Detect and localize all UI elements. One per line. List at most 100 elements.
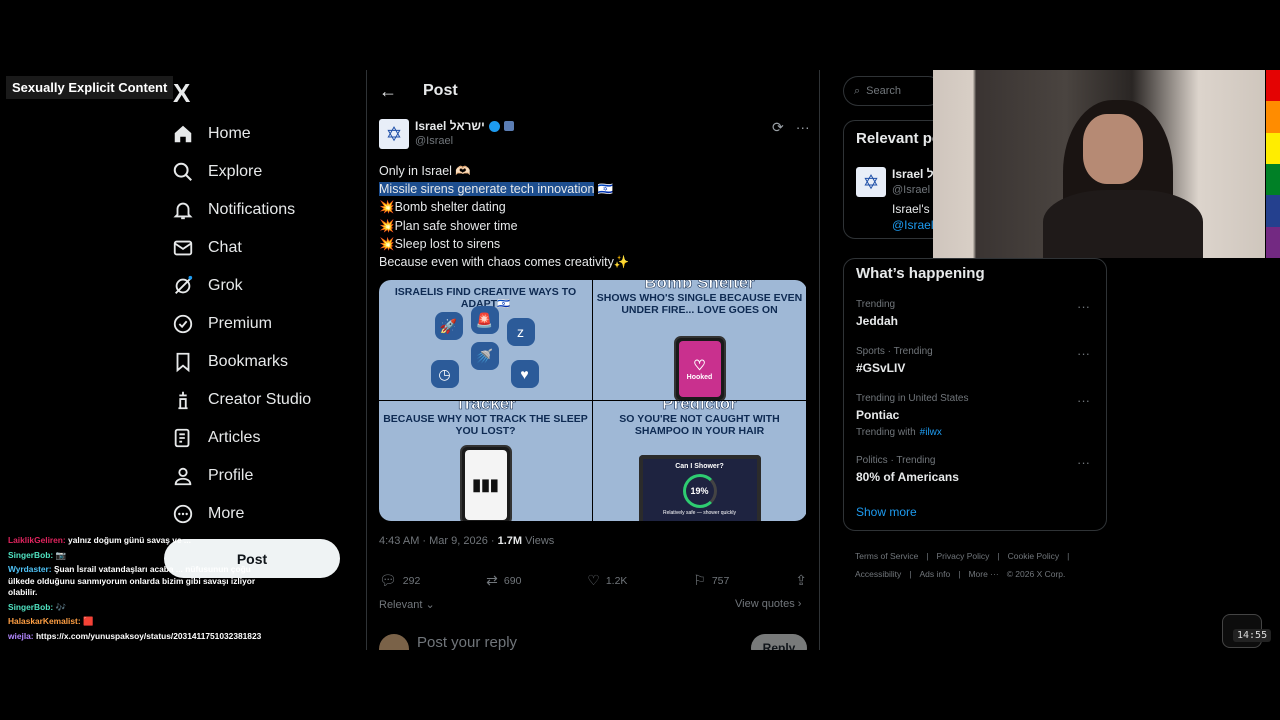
share-button[interactable]: ⇪ [795, 572, 807, 589]
app-name: Hooked [686, 374, 713, 381]
footer-link-more[interactable]: More ··· [968, 569, 998, 579]
engagement-bar: 💬︎ 292 ⇄ 690 ♡ 1.2K ⚐ 757 ⇪ [379, 572, 807, 589]
nav-notifications-label: Notifications [208, 201, 296, 218]
like-count: 1.2K [605, 574, 628, 587]
view-quotes-link[interactable]: View quotes › [735, 598, 801, 610]
grok-explain-icon[interactable]: ⟳ [772, 119, 784, 136]
trending-with-tag[interactable]: #ilwx [920, 427, 942, 438]
media-tile[interactable]: Israelis find creative ways to adapt🇮🇱 🚀… [379, 280, 592, 400]
footer-link-cookie[interactable]: Cookie Policy [1008, 551, 1060, 561]
more-options-icon[interactable]: ··· [1077, 455, 1090, 470]
like-button[interactable]: ♡ 1.2K [587, 572, 627, 589]
media-tile[interactable]: Predictor So you're not caught with sham… [593, 401, 806, 521]
more-circle-icon [173, 504, 193, 524]
post-line: 💥Bomb shelter dating [379, 200, 506, 215]
show-more-link[interactable]: Show more [856, 505, 917, 519]
chat-user: wiejla: [8, 630, 34, 641]
search-icon: ⌕ [854, 84, 861, 97]
nav-articles[interactable]: Articles [172, 419, 311, 457]
laptop-screen-sub: Relatively safe — shower quickly [662, 510, 737, 516]
webcam-person-head [1083, 114, 1143, 184]
nav-home[interactable]: Home [172, 115, 311, 153]
trend-item[interactable]: Trending in United States Pontiac Trendi… [856, 393, 1096, 438]
more-options-icon[interactable]: ··· [1077, 346, 1090, 361]
back-arrow-icon[interactable]: ← [379, 81, 397, 102]
trend-topic: 80% of Americans [856, 470, 959, 484]
view-count: 1.7M [497, 535, 523, 547]
tile-heading: Predictor [662, 401, 737, 413]
chat-message: wiejla: https://x.com/yunuspaksoy/status… [8, 631, 270, 643]
trend-item[interactable]: Sports · Trending #GSvLIV ··· [856, 346, 1096, 375]
trend-item[interactable]: Politics · Trending 80% of Americans ··· [856, 455, 1096, 484]
mail-icon [173, 240, 193, 256]
trend-item[interactable]: Trending Jeddah ··· [856, 299, 1096, 328]
repost-button[interactable]: ⇄ 690 [486, 572, 521, 589]
media-tile[interactable]: Bomb Shelter Shows who's single because … [593, 280, 806, 400]
left-nav: Home Explore Notifications Chat Grok Pre… [172, 115, 311, 533]
bookmark-button[interactable]: ⚐ 757 [693, 572, 729, 589]
webcam-overlay [933, 70, 1265, 258]
sort-dropdown[interactable]: Relevant ⌄ [379, 598, 435, 611]
tile-caption: So you're not caught with shampoo in you… [619, 413, 780, 437]
nav-premium[interactable]: Premium [172, 305, 311, 343]
chat-text: 🟥 [82, 616, 94, 626]
post-author[interactable]: ✡ Israel ישראל @Israel [379, 119, 514, 149]
post-line: 💥Sleep lost to sirens [379, 236, 501, 251]
chat-text: https://x.com/yunuspaksoy/status/2031411… [35, 630, 262, 641]
chat-text: 🎶 [55, 601, 66, 612]
post-time[interactable]: 4:43 AM · Mar 9, 2026 · [379, 535, 498, 547]
tile-heading: Tracker [455, 401, 516, 413]
more-options-icon[interactable]: ··· [796, 119, 810, 136]
nav-creator-studio[interactable]: Creator Studio [172, 381, 311, 419]
trend-context: Trending [856, 299, 896, 310]
post-line: 💥Plan safe shower time [379, 218, 518, 233]
tile-caption: Because why not track the sleep you lost… [383, 413, 588, 437]
more-options-icon[interactable]: ··· [1077, 299, 1090, 314]
reply-input[interactable]: Post your reply [417, 634, 517, 650]
nav-explore-label: Explore [208, 163, 263, 180]
sort-label: Relevant [379, 599, 423, 611]
nav-grok-label: Grok [208, 277, 243, 294]
trending-card: What’s happening Trending Jeddah ··· Spo… [843, 258, 1107, 531]
x-logo-icon[interactable]: X [173, 78, 190, 109]
chat-message: SingerBob: 🎶 [8, 602, 270, 614]
nav-grok[interactable]: Grok [172, 267, 311, 305]
trend-topic: Jeddah [856, 314, 899, 328]
nav-explore[interactable]: Explore [172, 153, 311, 191]
rainbow-stripe [1266, 226, 1280, 258]
post-text: Only in Israel 🫶🏻 Missile sirens generat… [379, 162, 809, 271]
nav-profile[interactable]: Profile [172, 457, 311, 495]
chat-user: SingerBob: [8, 549, 54, 560]
article-icon [174, 428, 190, 448]
nav-notifications[interactable]: Notifications [172, 191, 311, 229]
avatar[interactable]: ✡ [379, 119, 409, 149]
nav-chat[interactable]: Chat [172, 229, 311, 267]
chat-message: LaiklikGeliren: yalnız doğum günü savaş … [8, 535, 270, 547]
avatar[interactable]: ✡ [856, 167, 886, 197]
verified-icon [488, 120, 500, 132]
nav-more-label: More [208, 505, 245, 522]
footer-link-privacy[interactable]: Privacy Policy [937, 551, 990, 561]
search-input[interactable]: ⌕ Search [843, 76, 943, 106]
footer-separator: | [909, 569, 912, 579]
letterbox-bottom [0, 650, 1280, 720]
author-name[interactable]: Israel ישראל [415, 119, 485, 133]
footer-link-ads[interactable]: Ads info [920, 569, 951, 579]
phone-screen: ♡ Hooked [678, 341, 721, 397]
reply-button[interactable]: 💬︎ 292 [379, 572, 420, 589]
nav-more[interactable]: More [172, 495, 311, 533]
author-name-row: Israel ישראל [415, 119, 514, 133]
footer-link-accessibility[interactable]: Accessibility [855, 569, 901, 579]
trending-title: What’s happening [856, 265, 985, 282]
highlighted-text: Missile sirens generate tech innovation [379, 182, 595, 197]
trend-topic: #GSvLIV [856, 361, 906, 375]
footer-link-terms[interactable]: Terms of Service [855, 551, 918, 561]
percentage-gauge: 19% [682, 474, 717, 508]
nav-bookmarks[interactable]: Bookmarks [172, 343, 311, 381]
reply-submit-button[interactable]: Reply [751, 634, 807, 650]
nav-creator-studio-label: Creator Studio [208, 391, 312, 408]
more-options-icon[interactable]: ··· [1077, 393, 1090, 408]
author-handle[interactable]: @Israel [415, 135, 514, 147]
media-tile[interactable]: Tracker Because why not track the sleep … [379, 401, 592, 521]
flag-emoji: 🇮🇱 [597, 182, 614, 197]
